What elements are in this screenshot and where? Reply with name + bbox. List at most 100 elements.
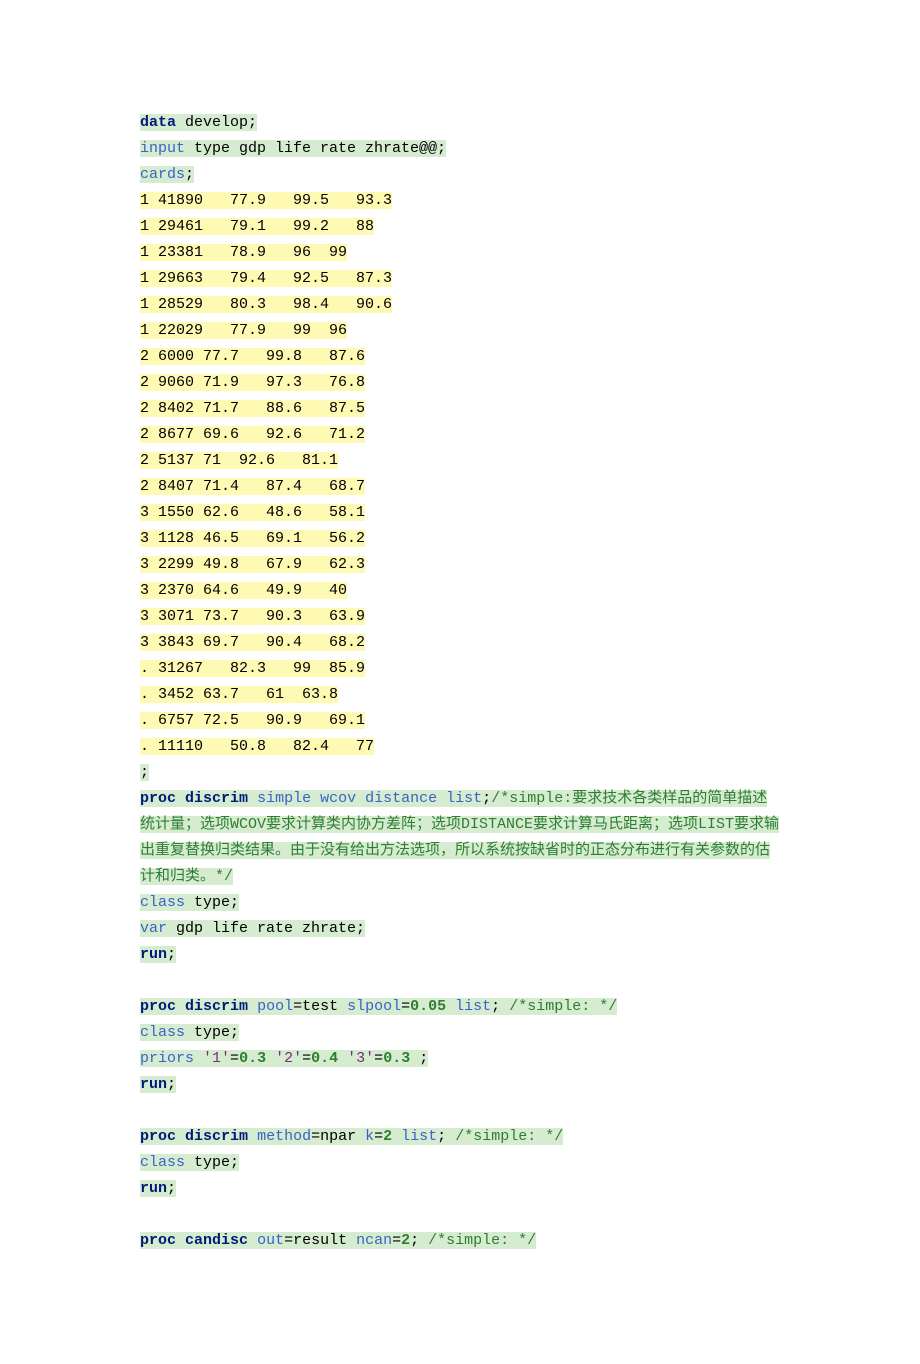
code-token: run (140, 1180, 167, 1197)
code-line: 3 3071 73.7 90.3 63.9 (140, 604, 780, 630)
code-token: 1 23381 78.9 96 99 (140, 244, 347, 261)
code-token: /*simple: */ (509, 998, 617, 1015)
code-token (176, 998, 185, 1015)
code-token: 1 28529 80.3 98.4 90.6 (140, 296, 392, 313)
code-token (248, 1128, 257, 1145)
code-token: discrim (185, 790, 248, 807)
code-token (140, 972, 149, 989)
code-token: var (140, 920, 167, 937)
code-line: class type; (140, 1020, 780, 1046)
code-token: 1 22029 77.9 99 96 (140, 322, 347, 339)
code-line: 1 28529 80.3 98.4 90.6 (140, 292, 780, 318)
code-token: 2 (401, 1232, 410, 1249)
code-token: = (392, 1232, 401, 1249)
code-token (176, 790, 185, 807)
code-token: 2 8677 69.6 92.6 71.2 (140, 426, 365, 443)
code-token: 2 6000 77.7 99.8 87.6 (140, 348, 365, 365)
code-token: =test (293, 998, 347, 1015)
code-token: = (230, 1050, 239, 1067)
code-token: ; (167, 1076, 176, 1093)
code-token (356, 790, 365, 807)
code-token: ; (167, 946, 176, 963)
code-token: class (140, 1024, 185, 1041)
code-token: 2 5137 71 92.6 81.1 (140, 452, 338, 469)
code-line: data develop; (140, 110, 780, 136)
code-line: 2 6000 77.7 99.8 87.6 (140, 344, 780, 370)
code-line: . 31267 82.3 99 85.9 (140, 656, 780, 682)
code-token: . 31267 82.3 99 85.9 (140, 660, 365, 677)
code-token: 3 3843 69.7 90.4 68.2 (140, 634, 365, 651)
code-line (140, 1098, 780, 1124)
code-line: proc discrim method=npar k=2 list; /*sim… (140, 1124, 780, 1150)
code-token: ; (491, 998, 509, 1015)
code-token (437, 790, 446, 807)
code-token: method (257, 1128, 311, 1145)
code-token: gdp life rate zhrate; (167, 920, 365, 937)
code-token: =result (284, 1232, 356, 1249)
code-token: discrim (185, 998, 248, 1015)
code-token: 2 8407 71.4 87.4 68.7 (140, 478, 365, 495)
code-token: cards (140, 166, 185, 183)
code-line: proc discrim pool=test slpool=0.05 list;… (140, 994, 780, 1020)
code-token: proc (140, 1232, 176, 1249)
code-token: run (140, 1076, 167, 1093)
code-token: ncan (356, 1232, 392, 1249)
code-token: class (140, 1154, 185, 1171)
code-line: priors '1'=0.3 '2'=0.4 '3'=0.3 ; (140, 1046, 780, 1072)
code-token (338, 1050, 347, 1067)
code-token: priors (140, 1050, 194, 1067)
code-line: run; (140, 1072, 780, 1098)
code-token: input (140, 140, 185, 157)
code-token: =npar (311, 1128, 365, 1145)
code-line: proc candisc out=result ncan=2; /*simple… (140, 1228, 780, 1254)
code-token: proc (140, 790, 176, 807)
code-line: 3 3843 69.7 90.4 68.2 (140, 630, 780, 656)
code-token: . 6757 72.5 90.9 69.1 (140, 712, 365, 729)
code-token: = (374, 1128, 383, 1145)
code-token (392, 1128, 401, 1145)
code-line: var gdp life rate zhrate; (140, 916, 780, 942)
code-token: develop; (176, 114, 257, 131)
code-token: 0.4 (311, 1050, 338, 1067)
code-token: ; (410, 1232, 428, 1249)
code-token: ; (410, 1050, 428, 1067)
code-token: class (140, 894, 185, 911)
code-token: list (446, 790, 482, 807)
code-token: 0.3 (383, 1050, 410, 1067)
code-token: proc (140, 1128, 176, 1145)
code-token (248, 790, 257, 807)
code-line: run; (140, 1176, 780, 1202)
code-token (311, 790, 320, 807)
code-token: = (302, 1050, 311, 1067)
code-token: 0.05 (410, 998, 446, 1015)
code-line (140, 1202, 780, 1228)
code-token: 3 1550 62.6 48.6 58.1 (140, 504, 365, 521)
code-token (140, 1206, 149, 1223)
code-token: 1 29461 79.1 99.2 88 (140, 218, 374, 235)
code-token: /*simple: */ (428, 1232, 536, 1249)
code-token: candisc (185, 1232, 248, 1249)
code-token: type gdp life rate zhrate@@; (185, 140, 446, 157)
code-line: 3 2370 64.6 49.9 40 (140, 578, 780, 604)
code-line: run; (140, 942, 780, 968)
code-token: 3 2299 49.8 67.9 62.3 (140, 556, 365, 573)
code-token: '1' (203, 1050, 230, 1067)
code-token: list (401, 1128, 437, 1145)
code-token: 1 29663 79.4 92.5 87.3 (140, 270, 392, 287)
code-token: k (365, 1128, 374, 1145)
code-line: 1 22029 77.9 99 96 (140, 318, 780, 344)
code-token: . 11110 50.8 82.4 77 (140, 738, 374, 755)
code-line: 1 29461 79.1 99.2 88 (140, 214, 780, 240)
code-line: 2 9060 71.9 97.3 76.8 (140, 370, 780, 396)
code-line: 2 8402 71.7 88.6 87.5 (140, 396, 780, 422)
code-token: discrim (185, 1128, 248, 1145)
code-token: proc (140, 998, 176, 1015)
code-line: class type; (140, 1150, 780, 1176)
code-line: cards; (140, 162, 780, 188)
code-token: . 3452 63.7 61 63.8 (140, 686, 338, 703)
code-token (248, 998, 257, 1015)
code-token: ; (482, 790, 491, 807)
code-token: '2' (275, 1050, 302, 1067)
code-token: distance (365, 790, 437, 807)
code-line: 2 8677 69.6 92.6 71.2 (140, 422, 780, 448)
